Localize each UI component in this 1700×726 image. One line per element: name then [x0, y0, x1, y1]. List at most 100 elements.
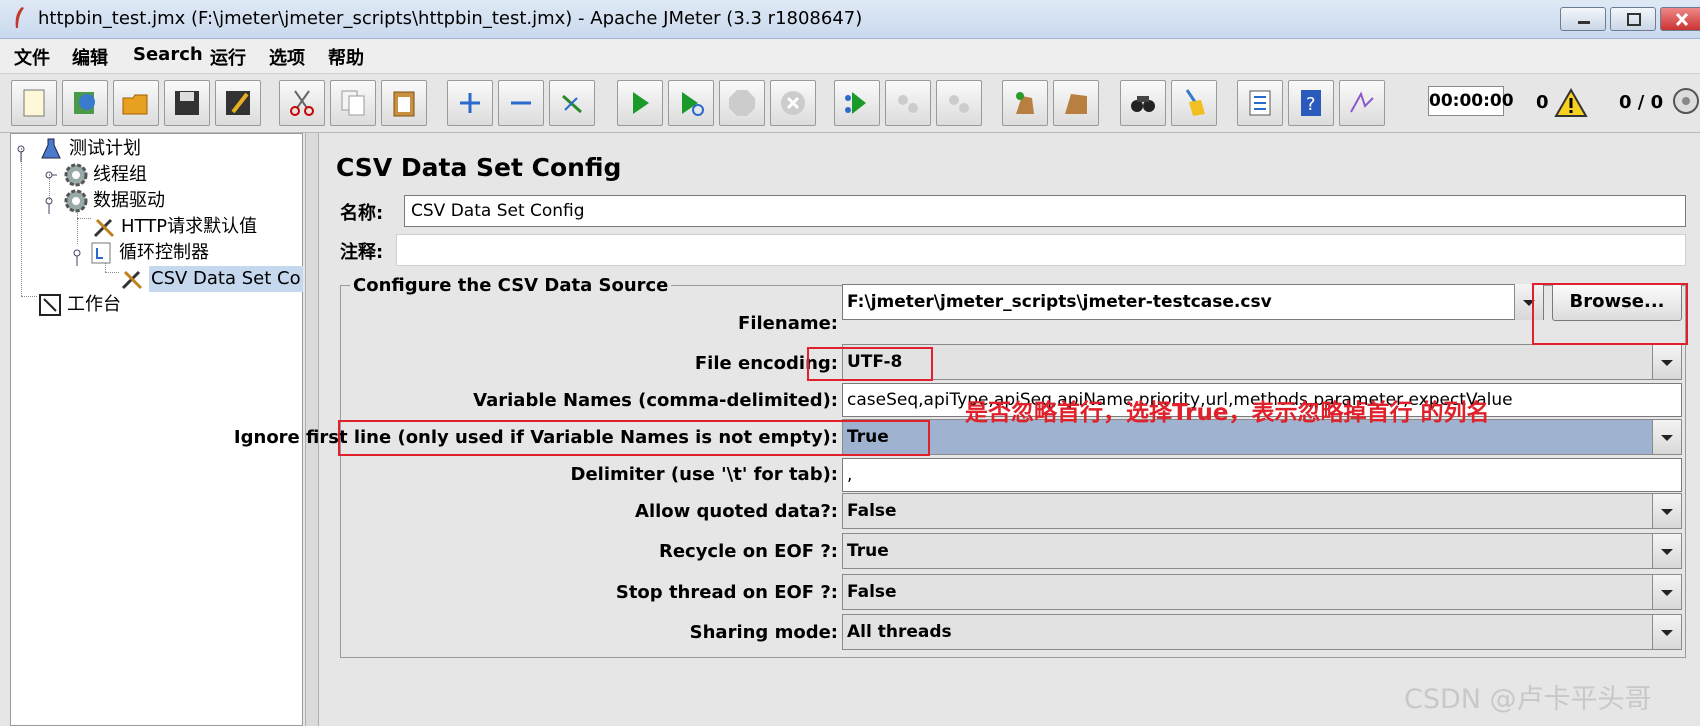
help-button[interactable]: ? [1288, 80, 1334, 126]
toggle-icon [562, 94, 582, 114]
tree-node-loop-controller[interactable]: 循环控制器 [71, 240, 271, 266]
tree-node-http-defaults[interactable]: HTTP请求默认值 [91, 214, 291, 240]
jmeter-feather-icon [15, 7, 24, 28]
save-as-icon [226, 91, 250, 115]
new-icon [23, 89, 45, 117]
chevron-down-icon[interactable] [1652, 345, 1681, 379]
search-icon [1131, 96, 1155, 112]
expand-toggle-icon[interactable] [43, 162, 57, 188]
quoted-data-select[interactable]: False [842, 493, 1682, 529]
copy-icon [341, 90, 365, 116]
clear-all-button[interactable] [1053, 80, 1099, 126]
shutdown-button[interactable] [770, 80, 816, 126]
save-button[interactable] [164, 80, 210, 126]
stop-thread-eof-label: Stop thread on EOF ?: [615, 582, 838, 603]
reset-search-icon [1185, 89, 1205, 116]
remote-stop-button[interactable] [885, 80, 931, 126]
start-no-pause-icon [682, 92, 704, 116]
expand-toggle-icon[interactable] [43, 188, 57, 214]
close-button[interactable] [1660, 7, 1700, 31]
recycle-eof-select[interactable]: True [842, 533, 1682, 569]
expand-toggle-icon[interactable] [71, 240, 85, 266]
sharing-mode-select[interactable]: All threads [842, 614, 1682, 650]
maximize-icon [1627, 13, 1641, 26]
tree-node-test-plan[interactable]: 测试计划 [15, 136, 215, 162]
maximize-button[interactable] [1610, 7, 1656, 31]
chevron-down-icon[interactable] [1652, 420, 1681, 454]
encoding-select[interactable]: UTF-8 [842, 344, 1682, 380]
chevron-down-icon[interactable] [1652, 575, 1681, 609]
start-button[interactable] [617, 80, 663, 126]
menu-bar: 文件 编辑 Search 运行 选项 帮助 [0, 39, 1700, 73]
function-helper-button[interactable] [1237, 80, 1283, 126]
remote-exit-button[interactable] [936, 80, 982, 126]
tree-node-thread-group[interactable]: 线程组 [43, 162, 243, 188]
thread-count: 0 / 0 [1619, 92, 1664, 113]
cut-button[interactable] [279, 80, 325, 126]
running-indicator-icon [1673, 88, 1699, 114]
title-bar: httpbin_test.jmx (F:\jmeter\jmeter_scrip… [0, 0, 1700, 39]
filename-input[interactable]: F:\jmeter\jmeter_scripts\jmeter-testcase… [842, 284, 1544, 320]
loop-controller-icon [91, 242, 111, 264]
filename-label: Filename: [738, 313, 838, 334]
expand-icon [460, 93, 480, 113]
watermark: CSDN @卢卡平头哥 [1404, 684, 1652, 715]
clear-button[interactable] [1002, 80, 1048, 126]
minimize-button[interactable] [1560, 7, 1606, 31]
svg-text:?: ? [1306, 94, 1316, 115]
paste-button[interactable] [381, 80, 427, 126]
clear-all-icon [1065, 94, 1087, 114]
annotation-box-ignore-first-line [338, 420, 930, 456]
varnames-label: Variable Names (comma-delimited): [473, 390, 838, 411]
save-icon [175, 91, 199, 115]
remote-stop-icon [898, 95, 918, 113]
paste-icon [393, 91, 415, 117]
gear-icon [64, 189, 88, 213]
menu-edit[interactable]: 编辑 [72, 44, 108, 70]
save-as-button[interactable] [215, 80, 261, 126]
quoted-data-label: Allow quoted data?: [635, 501, 838, 522]
tree-node-workbench[interactable]: 工作台 [37, 292, 237, 318]
menu-help[interactable]: 帮助 [328, 44, 364, 70]
flask-icon [41, 138, 61, 159]
tree-node-data-driven[interactable]: 数据驱动 [43, 188, 243, 214]
stop-button[interactable] [719, 80, 765, 126]
gear-icon [64, 163, 88, 187]
templates-icon [74, 92, 95, 114]
collapse-icon [511, 101, 531, 105]
recycle-eof-label: Recycle on EOF ?: [658, 541, 838, 562]
config-panel: CSV Data Set Config 名称: CSV Data Set Con… [234, 133, 1700, 726]
tree-node-csv-data-set[interactable]: CSV Data Set Co [119, 266, 303, 292]
cut-icon [290, 90, 314, 116]
annotation-box-encoding [807, 347, 933, 381]
menu-search[interactable]: Search [133, 44, 203, 65]
remote-start-icon [845, 92, 866, 114]
stop-thread-eof-select[interactable]: False [842, 574, 1682, 610]
log-viewer-button[interactable] [1339, 80, 1385, 126]
open-icon [122, 94, 148, 115]
annotation-text: 是否忽略首行，选择True，表示忽略掉首行 的列名 [965, 400, 1490, 426]
new-button[interactable] [11, 80, 57, 126]
collapse-button[interactable] [498, 80, 544, 126]
delimiter-label: Delimiter (use '\t' for tab): [570, 464, 838, 485]
open-button[interactable] [113, 80, 159, 126]
menu-options[interactable]: 选项 [269, 44, 305, 70]
warning-icon[interactable] [1554, 88, 1588, 118]
close-icon [1675, 12, 1689, 27]
toggle-button[interactable] [549, 80, 595, 126]
expand-button[interactable] [447, 80, 493, 126]
clear-icon [1016, 92, 1034, 114]
chevron-down-icon[interactable] [1652, 534, 1681, 568]
delimiter-input[interactable]: , [842, 458, 1682, 492]
templates-button[interactable] [62, 80, 108, 126]
reset-search-button[interactable] [1171, 80, 1217, 126]
remote-start-button[interactable] [834, 80, 880, 126]
expand-toggle-icon[interactable] [15, 136, 29, 162]
copy-button[interactable] [330, 80, 376, 126]
search-button[interactable] [1120, 80, 1166, 126]
menu-file[interactable]: 文件 [14, 44, 50, 70]
chevron-down-icon[interactable] [1652, 494, 1681, 528]
menu-run[interactable]: 运行 [210, 44, 246, 70]
chevron-down-icon[interactable] [1652, 615, 1681, 649]
start-no-pause-button[interactable] [668, 80, 714, 126]
